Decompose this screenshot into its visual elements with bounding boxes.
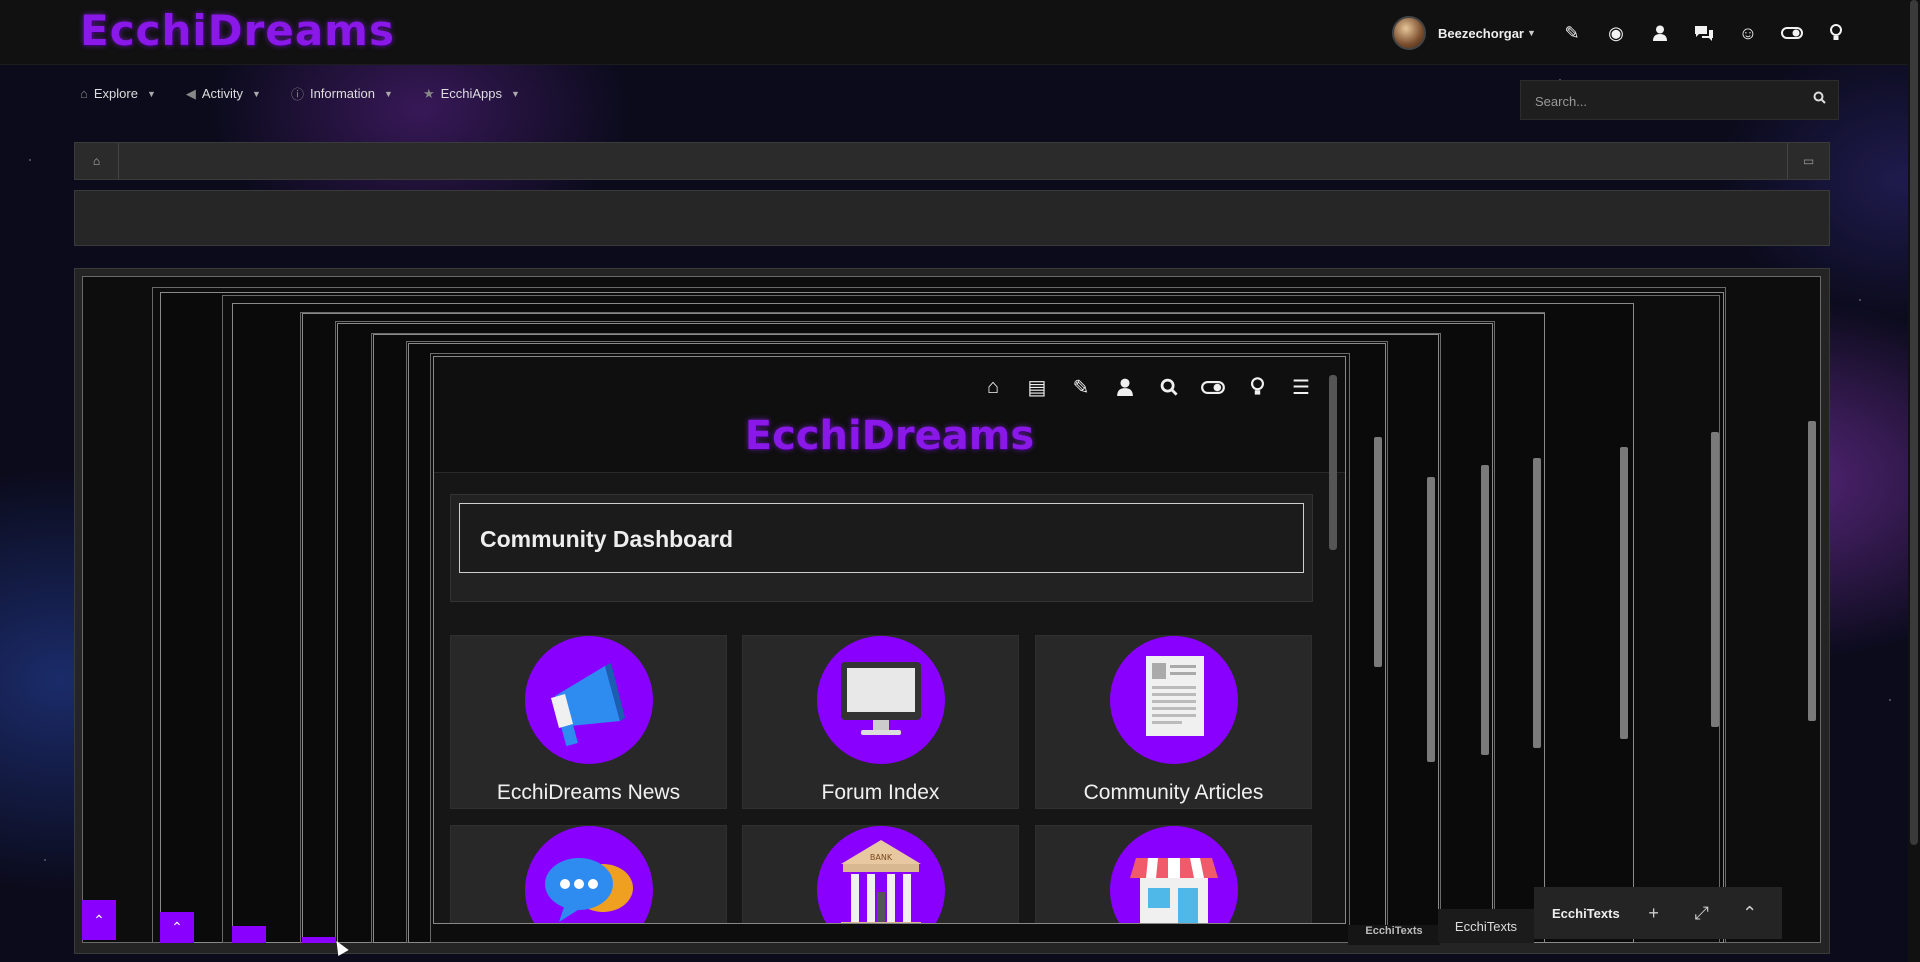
scroll-top-button[interactable] — [302, 937, 336, 943]
user-icon[interactable] — [1638, 18, 1682, 48]
tile-label: Forum Index — [821, 781, 940, 804]
newspaper-icon[interactable]: ▤ — [1015, 371, 1059, 403]
monitor-icon — [817, 636, 945, 764]
page-scrollbar[interactable] — [1908, 0, 1920, 962]
plus-icon[interactable]: + — [1630, 887, 1678, 939]
chevron-down-icon: ▼ — [384, 88, 393, 99]
document-icon — [1110, 636, 1238, 764]
search-icon[interactable] — [1147, 371, 1191, 403]
dashboard-title-box: Community Dashboard — [459, 503, 1304, 573]
frame-scrollbar[interactable] — [1711, 432, 1719, 727]
frame-scrollbar[interactable] — [1481, 465, 1489, 755]
lightbulb-icon[interactable] — [1235, 371, 1279, 403]
page-title: Community Dashboard — [480, 526, 734, 552]
tile-bank[interactable]: BANK — [742, 825, 1019, 923]
frame-scrollbar[interactable] — [1427, 477, 1435, 762]
top-bar: EcchiDreams Beezechorgar ▼ ✎ ◉ ☺ — [0, 0, 1908, 65]
star-icon: ★ — [422, 85, 435, 101]
nav-explore[interactable]: ⌂ Explore ▼ — [80, 84, 156, 103]
frame-scrollbar[interactable] — [1533, 458, 1541, 748]
nav-label: Activity — [201, 86, 244, 101]
nav-ecchiapps[interactable]: ★ EcchiApps ▼ — [423, 84, 520, 103]
pencil-icon[interactable]: ✎ — [1550, 18, 1594, 48]
chevron-up-icon[interactable]: ⌃ — [1726, 887, 1774, 939]
embedded-icon-bar: ⌂ ▤ ✎ ☰ — [971, 371, 1323, 403]
main-nav: ⌂ Explore ▼ ◀ Activity ▼ ⓘ Information ▼… — [80, 84, 520, 103]
tile-label: Community Articles — [1083, 781, 1264, 804]
dashboard-header: Community Dashboard — [450, 494, 1313, 602]
top-icon-bar: ✎ ◉ ☺ — [1550, 18, 1858, 48]
toggle-icon[interactable] — [1770, 18, 1814, 48]
globe-icon[interactable]: ◉ — [1594, 18, 1638, 48]
chevron-down-icon: ▼ — [146, 88, 156, 99]
home-icon: ⌂ — [80, 86, 88, 101]
megaphone-icon — [525, 636, 653, 764]
breadcrumb: ⌂ ▭ — [74, 142, 1830, 180]
chat-dock-tab[interactable]: EcchiTexts — [1438, 909, 1534, 943]
search-box — [1520, 80, 1839, 120]
chevron-down-icon: ▼ — [252, 88, 261, 99]
chat-dock-tab[interactable]: EcchiTexts — [1348, 925, 1440, 945]
chat-bubbles-icon — [525, 826, 653, 923]
nav-activity[interactable]: ◀ Activity ▼ — [186, 84, 261, 103]
scroll-top-button[interactable]: ⌃ — [82, 900, 116, 940]
search-input[interactable] — [1535, 91, 1795, 111]
nav-label: EcchiApps — [440, 86, 503, 101]
chevron-up-icon: ⌃ — [93, 911, 105, 928]
tile-shop[interactable] — [1035, 825, 1312, 923]
embedded-scrollbar[interactable] — [1329, 375, 1337, 550]
shop-icon — [1110, 826, 1238, 923]
tile-ecchidreams-news[interactable]: EcchiDreams News — [450, 635, 727, 809]
toggle-icon[interactable] — [1191, 371, 1235, 403]
embedded-page: ⌂ ▤ ✎ ☰ EcchiDreams Community Dashboard — [433, 356, 1346, 924]
tile-chat[interactable] — [450, 825, 727, 923]
frame-scrollbar[interactable] — [1808, 421, 1816, 721]
scroll-top-button[interactable] — [232, 926, 266, 943]
lightbulb-icon[interactable] — [1814, 18, 1858, 48]
user-menu[interactable]: Beezechorgar ▼ — [1392, 14, 1536, 52]
nav-label: Explore — [93, 86, 138, 101]
frame-scrollbar[interactable] — [1620, 447, 1628, 739]
tile-forum-index[interactable]: Forum Index — [742, 635, 1019, 809]
chevron-up-icon: ⌃ — [171, 919, 183, 935]
tile-label: EcchiDreams News — [496, 781, 681, 804]
chevron-down-icon: ▼ — [511, 88, 520, 99]
username[interactable]: Beezechorgar — [1438, 26, 1524, 41]
bank-sign: BANK — [870, 853, 893, 862]
chat-dock: EcchiTexts + ⤢ ⌃ — [1534, 887, 1782, 939]
scrollbar-thumb[interactable] — [1910, 0, 1918, 845]
pencil-icon[interactable]: ✎ — [1059, 371, 1103, 403]
chat-dock-title[interactable]: EcchiTexts — [1552, 906, 1620, 921]
avatar[interactable] — [1392, 16, 1426, 50]
menu-icon[interactable]: ☰ — [1279, 371, 1323, 403]
scroll-top-button[interactable]: ⌃ — [160, 912, 194, 943]
bullhorn-icon: ◀ — [185, 85, 196, 101]
frame-scrollbar[interactable] — [1374, 437, 1382, 667]
search-icon[interactable] — [1813, 91, 1826, 107]
expand-icon[interactable]: ⤢ — [1678, 887, 1726, 939]
comments-icon[interactable] — [1682, 18, 1726, 48]
nav-information[interactable]: ⓘ Information ▼ — [291, 84, 393, 103]
home-icon[interactable]: ⌂ — [75, 143, 119, 179]
keyboard-icon[interactable]: ▭ — [1787, 143, 1829, 179]
home-icon[interactable]: ⌂ — [971, 371, 1015, 403]
info-icon: ⓘ — [290, 87, 304, 102]
embedded-logo[interactable]: EcchiDreams — [434, 413, 1345, 459]
user-icon[interactable] — [1103, 371, 1147, 403]
site-logo[interactable]: EcchiDreams — [80, 6, 395, 55]
bank-icon: BANK — [817, 826, 945, 923]
chevron-down-icon: ▼ — [1526, 28, 1536, 38]
nav-label: Information — [309, 86, 376, 101]
ad-banner — [74, 190, 1830, 246]
embedded-header: ⌂ ▤ ✎ ☰ EcchiDreams — [434, 357, 1345, 473]
smile-icon[interactable]: ☺ — [1726, 18, 1770, 48]
tile-community-articles[interactable]: Community Articles — [1035, 635, 1312, 809]
